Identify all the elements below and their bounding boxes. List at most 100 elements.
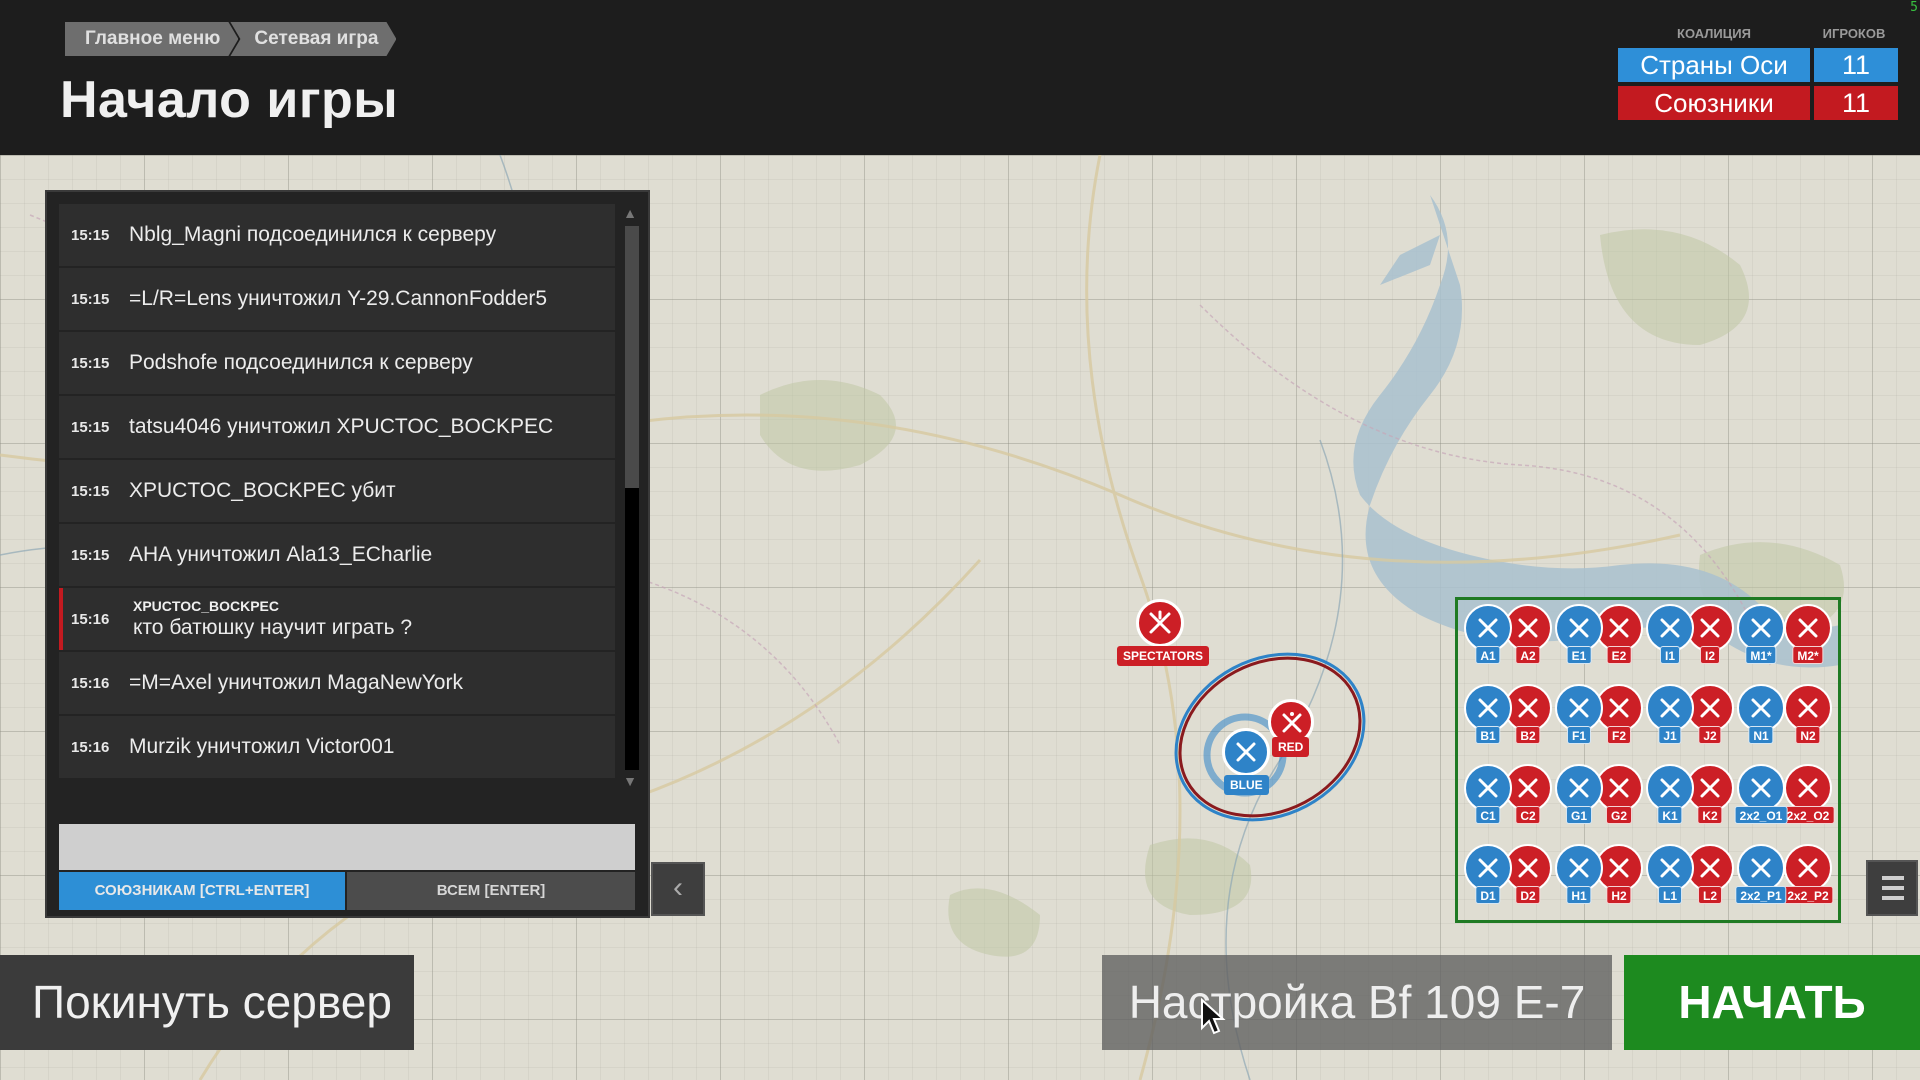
squad-slot[interactable]: E1 — [1555, 604, 1603, 664]
squad-label: 2x2_O1 — [1734, 806, 1788, 824]
squad-label: K1 — [1657, 806, 1683, 824]
message-text: Murzik уничтожил Victor001 — [129, 735, 395, 758]
blue-coalition-pin[interactable] — [1222, 728, 1270, 776]
start-button[interactable]: НАЧАТЬ — [1624, 955, 1920, 1050]
squad-label: 2x2_O2 — [1781, 806, 1835, 824]
breadcrumb-main-menu[interactable]: Главное меню — [65, 22, 238, 56]
aircraft-setup-button[interactable]: Настройка Bf 109 E-7 — [1102, 955, 1612, 1050]
squad-slot[interactable]: C1 — [1464, 764, 1512, 824]
leave-server-button[interactable]: Покинуть сервер — [0, 955, 414, 1050]
spectators-pin[interactable] — [1136, 599, 1184, 647]
plane-icon — [1784, 764, 1832, 812]
chat-system-message: 15:15 =L/R=Lens уничтожил Y-29.CannonFodd… — [59, 268, 615, 330]
message-sender[interactable]: XPUCTOC_BOCKPEC — [133, 598, 412, 614]
plane-icon — [1555, 844, 1603, 892]
chat-system-message: 15:16 Murzik уничтожил Victor001 — [59, 716, 615, 778]
squad-label: L2 — [1697, 886, 1723, 904]
squad-label: N2 — [1795, 726, 1821, 744]
scroll-up-icon[interactable]: ▲ — [621, 202, 639, 224]
message-text: AHA уничтожил Ala13_ECharlie — [129, 543, 433, 566]
mouse-cursor-icon — [1201, 998, 1226, 1035]
plane-icon — [1737, 844, 1785, 892]
plane-icon — [1737, 684, 1785, 732]
squad-label: M1* — [1745, 646, 1777, 664]
breadcrumb-multiplayer[interactable]: Сетевая игра — [230, 22, 396, 56]
message-text: Podshofe подсоединился к серверу — [129, 351, 473, 374]
squad-grid: A1 A2 E1 E2 I1 I2 M1* M2* B1 B2 F1 F2 J1 J2 N1 N2 C1 C2 G1… — [1455, 597, 1841, 923]
squad-label: D1 — [1475, 886, 1501, 904]
squad-slot[interactable]: I1 — [1646, 604, 1694, 664]
chat-system-message: 15:15 tatsu4046 уничтожил XPUCTOC_BOCKPEC — [59, 396, 615, 458]
scroll-down-icon[interactable]: ▼ — [621, 770, 639, 792]
squad-slot[interactable]: L1 — [1646, 844, 1694, 904]
coalition-count-axis: 11 — [1814, 48, 1898, 82]
plane-icon — [1784, 844, 1832, 892]
squad-slot[interactable]: H1 — [1555, 844, 1603, 904]
squad-slot[interactable]: N1 — [1737, 684, 1785, 744]
message-text: XPUCTOC_BOCKPEC убит — [129, 479, 396, 502]
chat-player-message: 15:16 XPUCTOC_BOCKPEC кто батюшку научит и… — [59, 588, 615, 650]
send-to-all-button[interactable]: ВСЕМ [ENTER] — [347, 872, 635, 910]
squad-slot[interactable]: D1 — [1464, 844, 1512, 904]
squad-label: H1 — [1566, 886, 1592, 904]
message-time: 15:15 — [71, 418, 110, 436]
send-to-allies-button[interactable]: СОЮЗНИКАМ [CTRL+ENTER] — [59, 872, 345, 910]
squad-label: C2 — [1515, 806, 1541, 824]
coalition-row-allies[interactable]: Союзники 11 — [1618, 86, 1898, 120]
squad-slot[interactable]: J1 — [1646, 684, 1694, 744]
blue-coalition-label: BLUE — [1224, 775, 1269, 795]
chat-system-message: 15:15 Nblg_Magni подсоединился к серверу — [59, 204, 615, 266]
squad-label: H2 — [1606, 886, 1632, 904]
squad-label: A1 — [1475, 646, 1501, 664]
squad-slot[interactable]: B1 — [1464, 684, 1512, 744]
squad-label: G1 — [1565, 806, 1593, 824]
plane-icon — [1464, 684, 1512, 732]
squad-slot[interactable]: 2x2_P1 — [1735, 844, 1787, 904]
squad-label: N1 — [1748, 726, 1774, 744]
plane-icon — [1464, 764, 1512, 812]
squad-slot[interactable]: G1 — [1555, 764, 1603, 824]
squad-slot[interactable]: M1* — [1737, 604, 1785, 664]
list-menu-button[interactable] — [1866, 860, 1918, 916]
breadcrumb: Главное меню Сетевая игра — [65, 22, 402, 56]
scroll-track[interactable] — [625, 226, 639, 770]
chat-system-message: 15:15 AHA уничтожил Ala13_ECharlie — [59, 524, 615, 586]
squad-slot[interactable]: 2x2_O2 — [1781, 764, 1835, 824]
squad-label: M2* — [1792, 646, 1824, 664]
players-column-header: ИГРОКОВ — [1822, 26, 1886, 41]
header: Главное меню Сетевая игра Начало игры КО… — [0, 0, 1920, 155]
message-text: кто батюшку научит играть ? — [133, 616, 413, 639]
red-coalition-label: RED — [1272, 737, 1310, 757]
squad-slot[interactable]: 2x2_O1 — [1734, 764, 1788, 824]
squad-slot[interactable]: A1 — [1464, 604, 1512, 664]
coalition-name-axis: Страны Оси — [1618, 48, 1810, 82]
coalition-table: КОАЛИЦИЯ ИГРОКОВ Страны Оси 11 Союзники … — [1618, 22, 1898, 120]
squad-label: B1 — [1475, 726, 1501, 744]
chat-system-message: 15:15 Podshofe подсоединился к серверу — [59, 332, 615, 394]
coalition-row-axis[interactable]: Страны Оси 11 — [1618, 48, 1898, 82]
plane-icon — [1646, 764, 1694, 812]
message-time: 15:16 — [71, 610, 110, 628]
corner-indicator: 5 — [1910, 0, 1918, 15]
message-text: Nblg_Magni подсоединился к серверу — [129, 223, 497, 246]
squad-slot[interactable]: M2* — [1784, 604, 1832, 664]
squad-slot[interactable]: F1 — [1555, 684, 1603, 744]
squad-slot[interactable]: N2 — [1784, 684, 1832, 744]
scroll-thumb[interactable] — [625, 226, 639, 488]
message-time: 15:15 — [71, 482, 110, 500]
squad-label: I1 — [1659, 646, 1681, 664]
chat-message-list[interactable]: 15:15 Nblg_Magni подсоединился к серверу 1… — [59, 204, 615, 784]
squad-slot[interactable]: 2x2_P2 — [1782, 844, 1834, 904]
plane-icon — [1737, 764, 1785, 812]
chat-scrollbar[interactable]: ▲ ▼ — [621, 202, 639, 792]
squad-slot[interactable]: K1 — [1646, 764, 1694, 824]
squad-label: E2 — [1606, 646, 1632, 664]
coalition-column-header: КОАЛИЦИЯ — [1677, 26, 1751, 41]
plane-icon — [1646, 844, 1694, 892]
collapse-chat-button[interactable]: ‹ — [651, 862, 705, 916]
chat-input[interactable] — [59, 824, 635, 870]
plane-icon — [1464, 604, 1512, 652]
message-text: =M=Axel уничтожил MagaNewYork — [129, 671, 463, 694]
message-time: 15:15 — [71, 546, 110, 564]
squad-label: K2 — [1697, 806, 1723, 824]
